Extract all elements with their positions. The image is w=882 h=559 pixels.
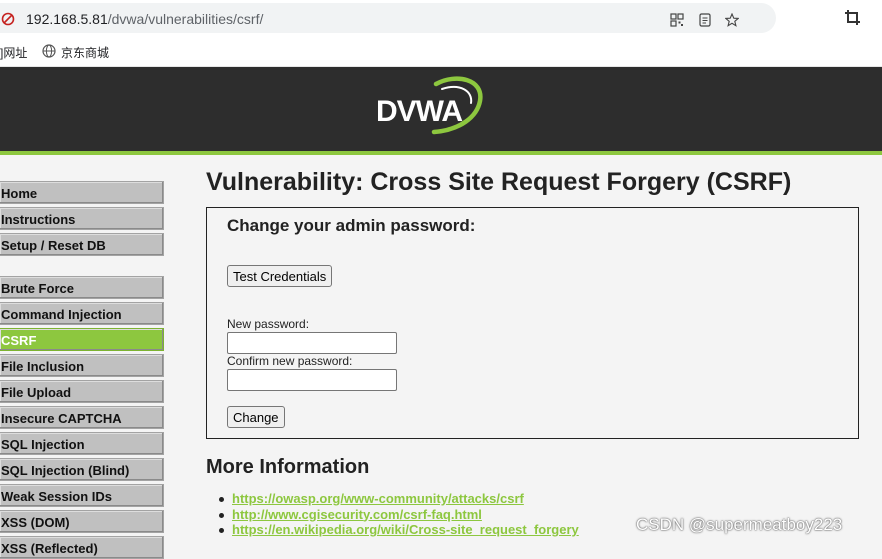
bookmark-item[interactable]: ]网址 — [0, 44, 27, 61]
reference-link-owasp[interactable]: https://owasp.org/www-community/attacks/… — [232, 491, 524, 506]
not-secure-icon[interactable] — [1, 12, 15, 26]
change-password-form: Change your admin password: Test Credent… — [206, 207, 859, 439]
new-password-input[interactable] — [227, 332, 397, 354]
menu-item-brute-force[interactable]: Brute Force — [0, 276, 164, 299]
url-host: 192.168.5.81 — [26, 11, 108, 27]
list-item: https://en.wikipedia.org/wiki/Cross-site… — [219, 522, 579, 538]
reference-links: https://owasp.org/www-community/attacks/… — [219, 491, 579, 538]
url-text[interactable]: 192.168.5.81/dvwa/vulnerabilities/csrf/ — [26, 11, 263, 27]
confirm-password-input[interactable] — [227, 369, 397, 391]
menu-item-insecure-captcha[interactable]: Insecure CAPTCHA — [0, 406, 164, 429]
list-item: https://owasp.org/www-community/attacks/… — [219, 491, 579, 507]
menu-item-instructions[interactable]: Instructions — [0, 207, 164, 230]
reference-link-cgisecurity[interactable]: http://www.cgisecurity.com/csrf-faq.html — [232, 507, 482, 522]
menu-item-home[interactable]: Home — [0, 181, 164, 204]
bookmark-star-icon[interactable] — [725, 13, 739, 27]
menu-item-sql-injection-blind[interactable]: SQL Injection (Blind) — [0, 458, 164, 481]
new-password-label: New password: — [227, 317, 310, 331]
menu-item-weak-session-ids[interactable]: Weak Session IDs — [0, 484, 164, 507]
logo-text: DVWA — [376, 95, 462, 128]
menu-item-file-upload[interactable]: File Upload — [0, 380, 164, 403]
page-title: Vulnerability: Cross Site Request Forger… — [206, 168, 792, 196]
side-menu: Home Instructions Setup / Reset DB Brute… — [0, 155, 170, 559]
address-bar[interactable]: 192.168.5.81/dvwa/vulnerabilities/csrf/ — [0, 3, 776, 33]
reader-mode-icon[interactable] — [698, 13, 712, 27]
globe-icon — [42, 44, 56, 58]
page-header: DVWA — [0, 67, 882, 151]
bookmarks-bar: ]网址 京东商城 — [0, 36, 882, 67]
confirm-password-label: Confirm new password: — [227, 354, 353, 368]
dvwa-logo[interactable]: DVWA — [372, 75, 484, 139]
form-heading: Change your admin password: — [227, 216, 476, 235]
crop-icon[interactable] — [845, 10, 860, 25]
list-item: http://www.cgisecurity.com/csrf-faq.html — [219, 507, 579, 523]
test-credentials-button[interactable]: Test Credentials — [227, 265, 333, 287]
menu-item-file-inclusion[interactable]: File Inclusion — [0, 354, 164, 377]
change-button[interactable]: Change — [227, 406, 285, 428]
bookmark-item[interactable]: 京东商城 — [61, 44, 109, 61]
browser-toolbar: 192.168.5.81/dvwa/vulnerabilities/csrf/ — [0, 0, 882, 36]
menu-item-xss-reflected[interactable]: XSS (Reflected) — [0, 536, 164, 559]
more-information-heading: More Information — [206, 456, 370, 478]
main-content: Vulnerability: Cross Site Request Forger… — [206, 155, 882, 546]
reference-link-wikipedia[interactable]: https://en.wikipedia.org/wiki/Cross-site… — [232, 522, 579, 537]
watermark-text: CSDN @supermeatboy223 — [636, 515, 843, 534]
url-path: /dvwa/vulnerabilities/csrf/ — [107, 11, 264, 27]
menu-item-csrf[interactable]: CSRF — [0, 328, 164, 351]
menu-item-sql-injection[interactable]: SQL Injection — [0, 432, 164, 455]
menu-item-xss-dom[interactable]: XSS (DOM) — [0, 510, 164, 533]
menu-item-command-injection[interactable]: Command Injection — [0, 302, 164, 325]
qr-code-icon[interactable] — [670, 13, 684, 27]
menu-item-setup-reset-db[interactable]: Setup / Reset DB — [0, 233, 164, 256]
